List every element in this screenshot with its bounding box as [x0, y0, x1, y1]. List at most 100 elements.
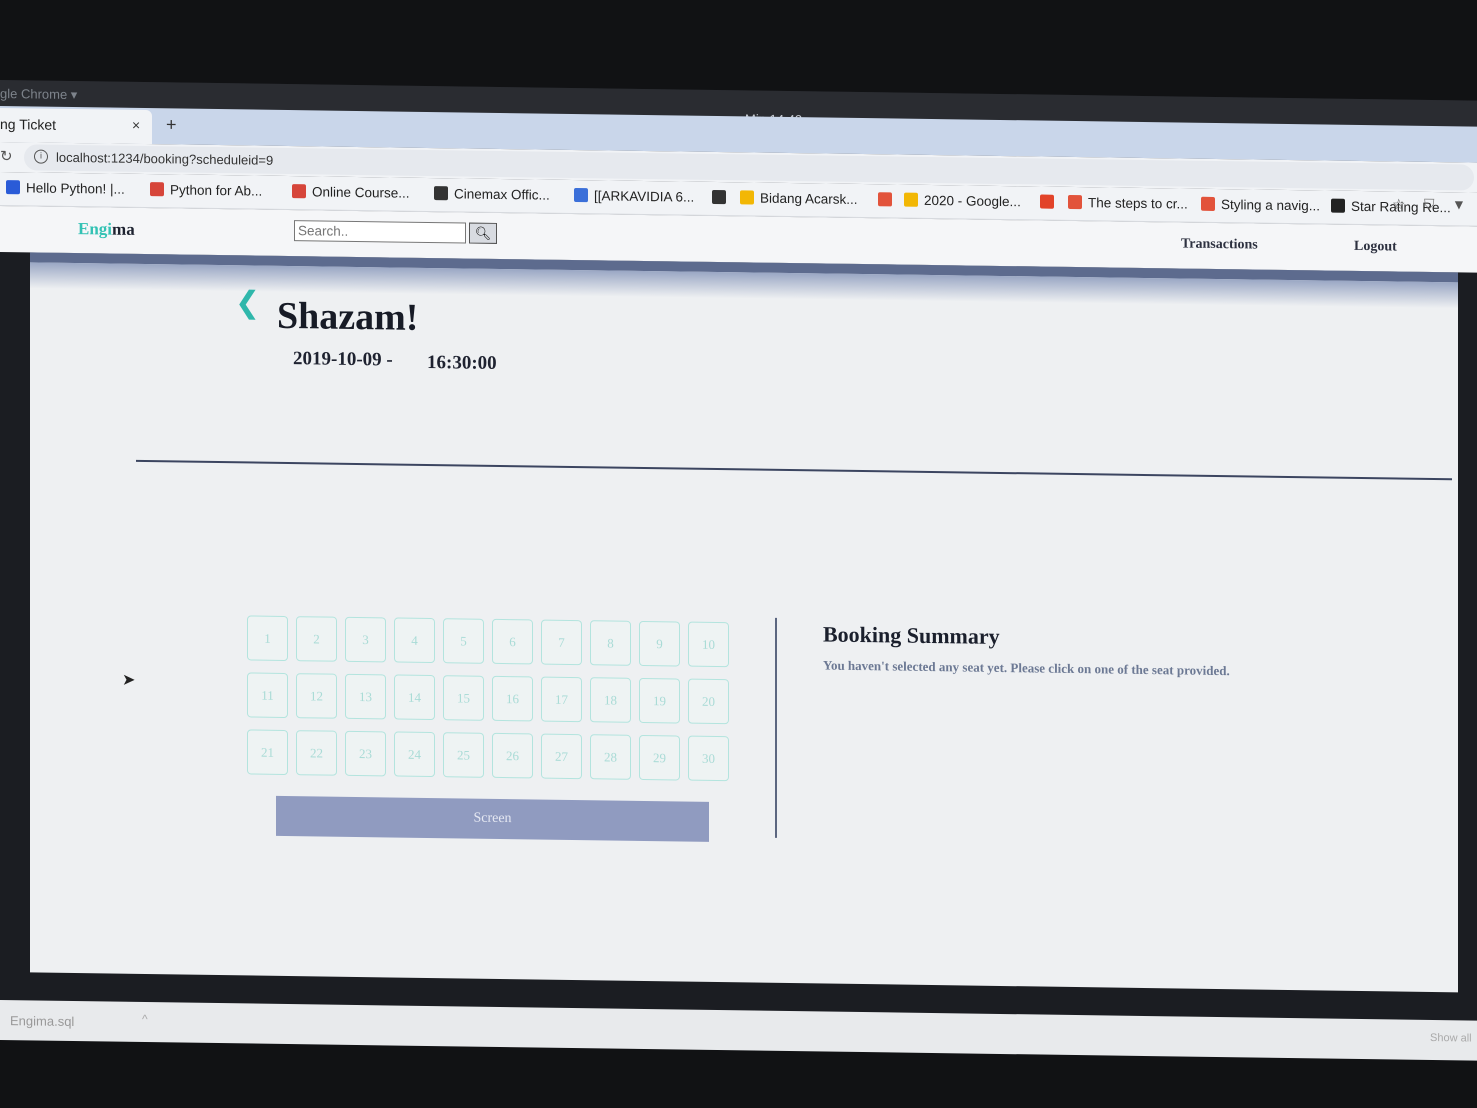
- seat-1[interactable]: 1: [247, 615, 288, 662]
- udemy-icon: [150, 182, 164, 197]
- booking-summary-title: Booking Summary: [823, 621, 1000, 649]
- gitlab-icon: [1040, 194, 1054, 209]
- bookmark-label: Python for Ab...: [170, 182, 263, 199]
- bookmark-item[interactable]: Cinemax Offic...: [434, 186, 550, 203]
- site-logo[interactable]: Engima: [78, 219, 135, 240]
- summary-divider: [775, 617, 777, 838]
- seat-22[interactable]: 22: [296, 730, 337, 776]
- seat-13[interactable]: 13: [345, 673, 386, 720]
- seat-grid: 1 2 3 4 5 6 7 8 9 10 11 12 13 14 15 16 17 18 19 20 21 22 23 24 2…: [247, 615, 729, 782]
- drive-icon: [740, 190, 754, 205]
- seat-15[interactable]: 15: [443, 675, 484, 721]
- seat-11[interactable]: 11: [247, 672, 288, 719]
- slides-icon: [878, 192, 892, 207]
- screen-indicator: Screen: [276, 795, 709, 842]
- extension-menu-icon[interactable]: ▼: [1452, 196, 1466, 212]
- seat-18[interactable]: 18: [590, 677, 631, 723]
- slides-icon: [1201, 196, 1215, 211]
- info-icon[interactable]: i: [34, 149, 48, 164]
- seat-5[interactable]: 5: [443, 618, 484, 664]
- reload-icon[interactable]: ↻: [0, 147, 13, 165]
- seat-8[interactable]: 8: [590, 620, 631, 666]
- seat-20[interactable]: 20: [688, 678, 729, 725]
- tab-close-icon[interactable]: ×: [132, 117, 140, 133]
- bookmark-label: 2020 - Google...: [924, 192, 1021, 210]
- drive-icon: [904, 192, 918, 207]
- search-input[interactable]: [294, 220, 466, 244]
- seat-28[interactable]: 28: [590, 734, 631, 780]
- monitor-screen: gle Chrome ▾ Min 14 42 ng Ticket × + ↻ i…: [0, 80, 1477, 1061]
- seat-16[interactable]: 16: [492, 675, 533, 722]
- search-icon: 🔍︎: [474, 225, 492, 241]
- seat-24[interactable]: 24: [394, 731, 435, 778]
- bookmark-label: Bidang Acarsk...: [760, 190, 858, 207]
- bookmark-item[interactable]: 2020 - Google...: [904, 192, 1021, 210]
- globe-icon: [434, 186, 448, 201]
- nav-logout[interactable]: Logout: [1354, 239, 1397, 256]
- bookmark-label: Hello Python! |...: [26, 180, 125, 197]
- udemy-icon: [292, 184, 306, 199]
- bookmark-item[interactable]: [878, 192, 898, 207]
- os-app-menu[interactable]: gle Chrome ▾: [0, 86, 77, 103]
- back-arrow-icon[interactable]: ❮: [235, 285, 260, 320]
- seat-14[interactable]: 14: [394, 674, 435, 721]
- new-tab-icon[interactable]: +: [166, 114, 177, 135]
- download-item[interactable]: Engima.sql: [10, 1013, 74, 1029]
- bookmark-item[interactable]: Styling a navig...: [1201, 196, 1321, 214]
- download-shelf: Engima.sql ^ Show all: [0, 1000, 1477, 1061]
- booking-page: ❮ Shazam! 2019-10-09 - 16:30:00 12345678…: [30, 252, 1458, 993]
- logo-rest: ma: [112, 219, 135, 239]
- bookmark-star-icon[interactable]: ☆: [1392, 195, 1405, 213]
- bookmark-label: Online Course...: [312, 184, 410, 201]
- bookmark-item[interactable]: Bidang Acarsk...: [740, 190, 858, 207]
- search-button[interactable]: 🔍︎: [469, 222, 497, 244]
- seat-21[interactable]: 21: [247, 729, 288, 776]
- seat-25[interactable]: 25: [443, 732, 484, 778]
- seat-23[interactable]: 23: [345, 730, 386, 777]
- tab-title: ng Ticket: [0, 116, 57, 133]
- seat-7[interactable]: 7: [541, 619, 582, 666]
- bookmark-item[interactable]: Python for Ab...: [150, 182, 262, 199]
- docs-icon: [574, 188, 588, 203]
- seat-10[interactable]: 10: [688, 621, 729, 668]
- seat-9[interactable]: 9: [639, 620, 680, 667]
- shield-bookmark-icon: [6, 180, 20, 195]
- seat-30[interactable]: 30: [688, 735, 729, 782]
- bookmark-item[interactable]: Hello Python! |...: [6, 180, 125, 197]
- seat-2[interactable]: 2: [296, 616, 337, 662]
- show-all-link[interactable]: Show all: [1430, 1032, 1472, 1045]
- schedule-time: 16:30:00: [427, 351, 497, 374]
- z-icon: [1331, 198, 1345, 213]
- bookmark-label: The steps to cr...: [1088, 195, 1188, 212]
- bookmark-item[interactable]: [712, 189, 732, 205]
- bookmark-item[interactable]: [[ARKAVIDIA 6...: [574, 188, 694, 205]
- bookmark-item[interactable]: The steps to cr...: [1068, 194, 1188, 212]
- schedule-date: 2019-10-09 -: [293, 348, 393, 371]
- tab-booking[interactable]: ng Ticket ×: [0, 108, 152, 145]
- bookmark-label: Styling a navig...: [1221, 197, 1321, 214]
- seat-27[interactable]: 27: [541, 733, 582, 780]
- globe-icon: [712, 189, 726, 205]
- logo-accent: Engi: [78, 219, 113, 239]
- movie-title: Shazam!: [277, 294, 419, 339]
- seat-3[interactable]: 3: [345, 616, 386, 663]
- bookmark-label: [[ARKAVIDIA 6...: [594, 188, 695, 205]
- seat-17[interactable]: 17: [541, 676, 582, 723]
- booking-summary-message: You haven't selected any seat yet. Pleas…: [823, 657, 1230, 679]
- bookmark-label: Cinemax Offic...: [454, 186, 550, 203]
- nav-transactions[interactable]: Transactions: [1181, 236, 1258, 253]
- seat-19[interactable]: 19: [639, 677, 680, 724]
- section-divider: [136, 459, 1452, 481]
- seat-6[interactable]: 6: [492, 618, 533, 665]
- bookmark-item[interactable]: [1040, 194, 1060, 210]
- slides-icon: [1068, 194, 1082, 210]
- bookmark-item[interactable]: Online Course...: [292, 184, 410, 201]
- chevron-up-icon[interactable]: ^: [142, 1012, 148, 1026]
- mouse-pointer-icon: ➤: [122, 671, 136, 689]
- seat-12[interactable]: 12: [296, 673, 337, 719]
- extension-shield-icon[interactable]: ⛉: [1424, 196, 1435, 213]
- seat-4[interactable]: 4: [394, 617, 435, 664]
- url-text[interactable]: localhost:1234/booking?scheduleid=9: [56, 150, 273, 168]
- seat-29[interactable]: 29: [639, 734, 680, 781]
- seat-26[interactable]: 26: [492, 732, 533, 779]
